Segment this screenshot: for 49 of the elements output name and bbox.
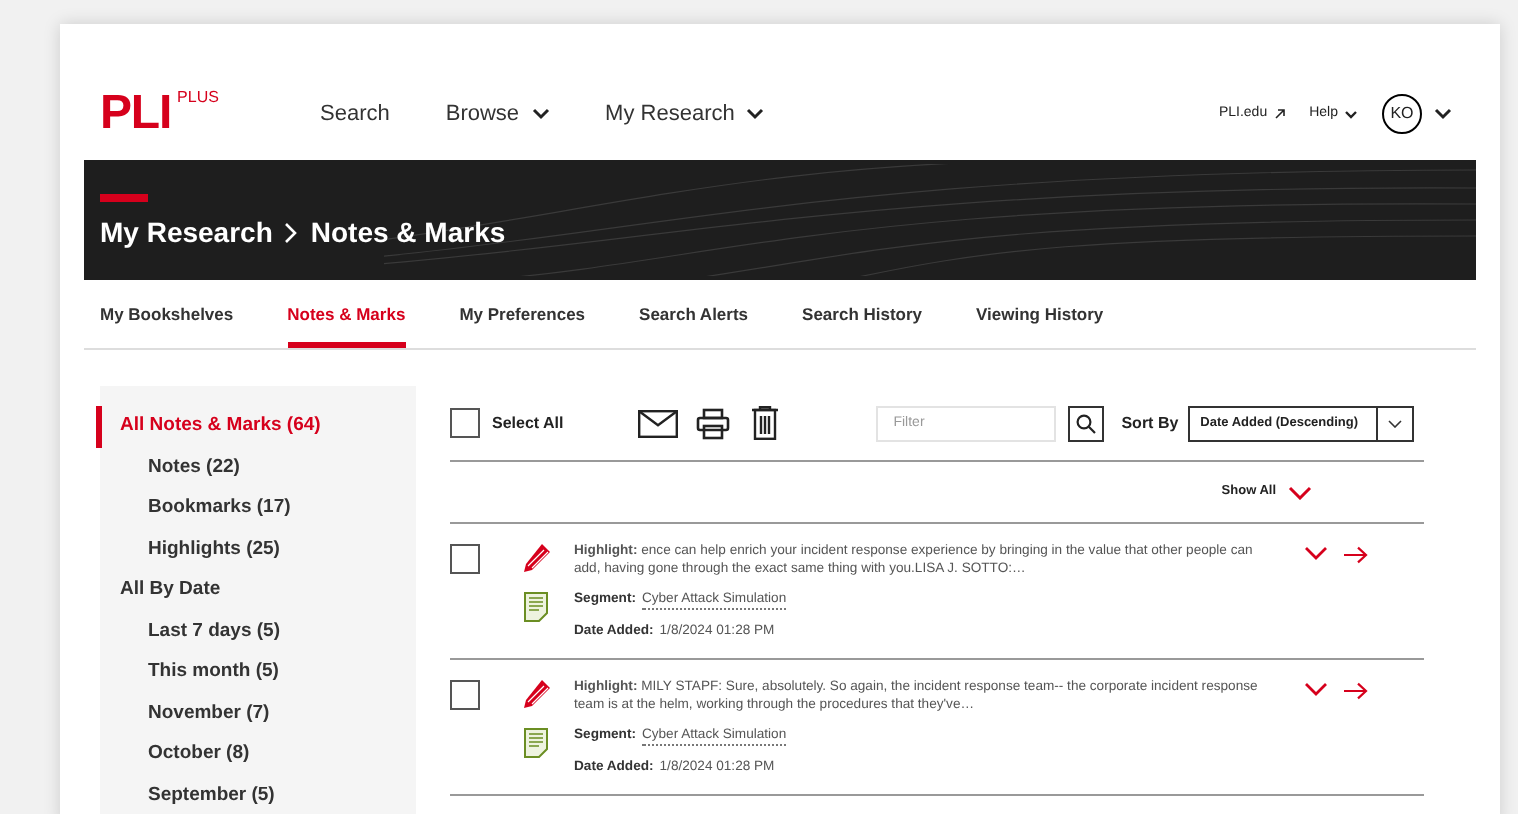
tab[interactable]: Search Alerts	[639, 280, 749, 348]
sidebar-item[interactable]: All Notes & Marks (64)	[96, 406, 416, 447]
checkbox[interactable]	[450, 680, 480, 710]
logo-superscript: PLUS	[177, 86, 219, 110]
chevron-down-icon[interactable]	[1434, 108, 1452, 120]
nav-menu[interactable]: Browse	[445, 97, 550, 131]
chevron-down-icon	[1344, 109, 1358, 119]
tab[interactable]: Viewing History	[976, 280, 1104, 348]
chevron-down-icon	[1288, 485, 1312, 499]
checkbox[interactable]	[450, 544, 480, 574]
checkbox[interactable]	[450, 408, 480, 438]
external-link-icon	[1273, 108, 1286, 120]
arrow-right-icon[interactable]	[1344, 546, 1368, 564]
tab[interactable]: My Preferences	[459, 280, 586, 348]
document-icon	[524, 728, 548, 758]
nav-menu[interactable]: Search	[320, 97, 390, 131]
sidebar-item[interactable]: All By Date	[96, 570, 416, 611]
sort-label: Sort By	[1121, 411, 1179, 435]
sidebar-item[interactable]: Last 7 days (5)	[100, 611, 416, 652]
chevron-down-icon	[746, 108, 765, 120]
accent-bar	[100, 194, 148, 202]
sidebar-item[interactable]: Highlights (25)	[100, 529, 416, 570]
tab[interactable]: Search History	[802, 280, 923, 348]
sidebar-item[interactable]: September (5)	[100, 775, 416, 814]
pencil-icon	[520, 678, 552, 710]
chevron-right-icon	[284, 222, 299, 244]
print-icon[interactable]	[695, 407, 730, 439]
breadcrumb-link[interactable]: Notes & Marks	[310, 212, 506, 254]
arrow-right-icon[interactable]	[1344, 682, 1368, 700]
sidebar-item[interactable]: Notes (22)	[100, 447, 416, 488]
document-icon	[524, 592, 548, 622]
chevron-down-icon	[531, 108, 550, 120]
tab[interactable]: My Bookshelves	[100, 280, 234, 348]
sidebar-item[interactable]: Bookmarks (17)	[100, 488, 416, 529]
sidebar-item[interactable]: November (7)	[100, 693, 416, 734]
chevron-down-icon	[1388, 419, 1403, 427]
trash-icon[interactable]	[751, 406, 778, 440]
pencil-icon	[520, 542, 552, 574]
nav-menu[interactable]: My Research	[605, 97, 765, 131]
tab[interactable]: Notes & Marks	[287, 280, 406, 348]
breadcrumb-link[interactable]: My Research	[100, 212, 273, 254]
mail-icon[interactable]	[637, 409, 678, 437]
select-all-label: Select All	[492, 411, 564, 435]
sidebar-item[interactable]: October (8)	[100, 734, 416, 775]
sidebar-item[interactable]: This month (5)	[100, 652, 416, 693]
avatar-button[interactable]: KO	[1382, 94, 1422, 134]
search-button[interactable]	[1067, 405, 1104, 441]
search-icon	[1075, 413, 1096, 433]
logo[interactable]: PLI	[100, 90, 172, 138]
